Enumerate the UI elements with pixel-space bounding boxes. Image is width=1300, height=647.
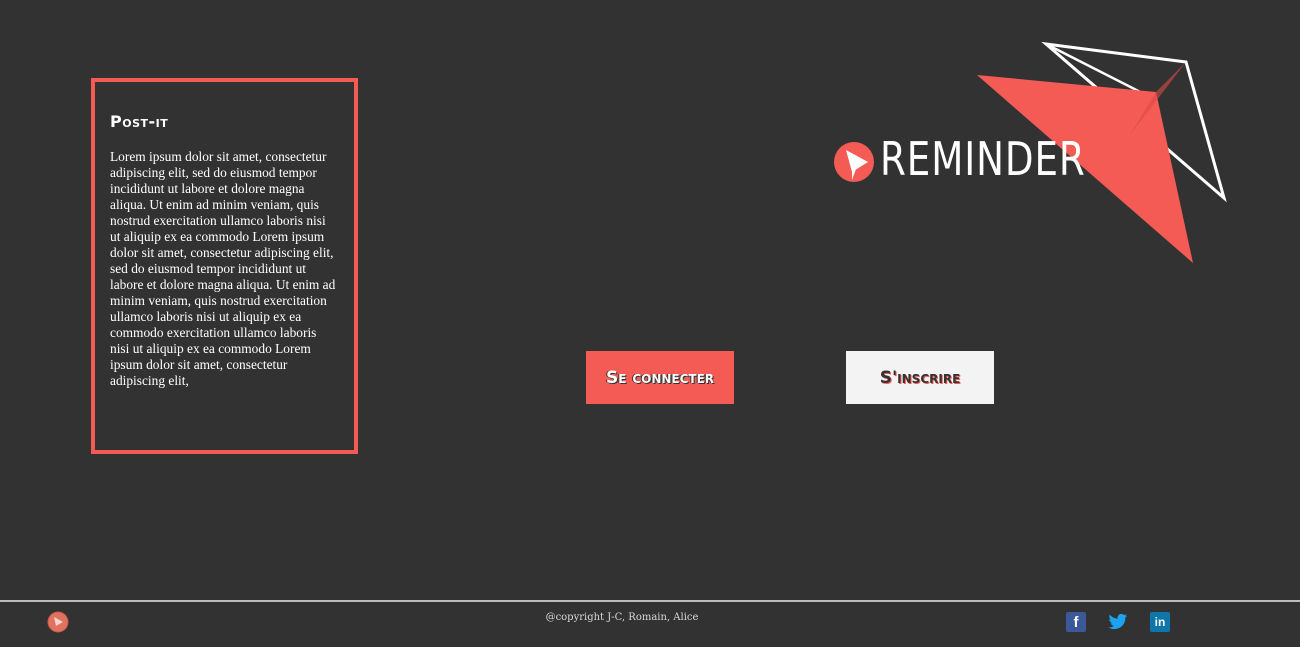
footer: @copyright J-C, Romain, Alice f in [0,600,1300,647]
postit-card: Post-it Lorem ipsum dolor sit amet, cons… [91,78,358,454]
postit-body: Lorem ipsum dolor sit amet, consectetur … [110,149,336,388]
copyright-text: @copyright J-C, Romain, Alice [545,612,699,623]
login-button[interactable]: Se connecter [586,351,734,404]
logo-text: REMINDER [880,132,1086,186]
twitter-icon[interactable] [1108,612,1128,632]
linkedin-icon[interactable]: in [1150,612,1170,632]
signup-button[interactable]: S'inscrire [846,351,994,404]
page: Post-it Lorem ipsum dolor sit amet, cons… [0,0,1300,647]
facebook-icon[interactable]: f [1066,612,1086,632]
postit-title: Post-it [110,112,169,131]
